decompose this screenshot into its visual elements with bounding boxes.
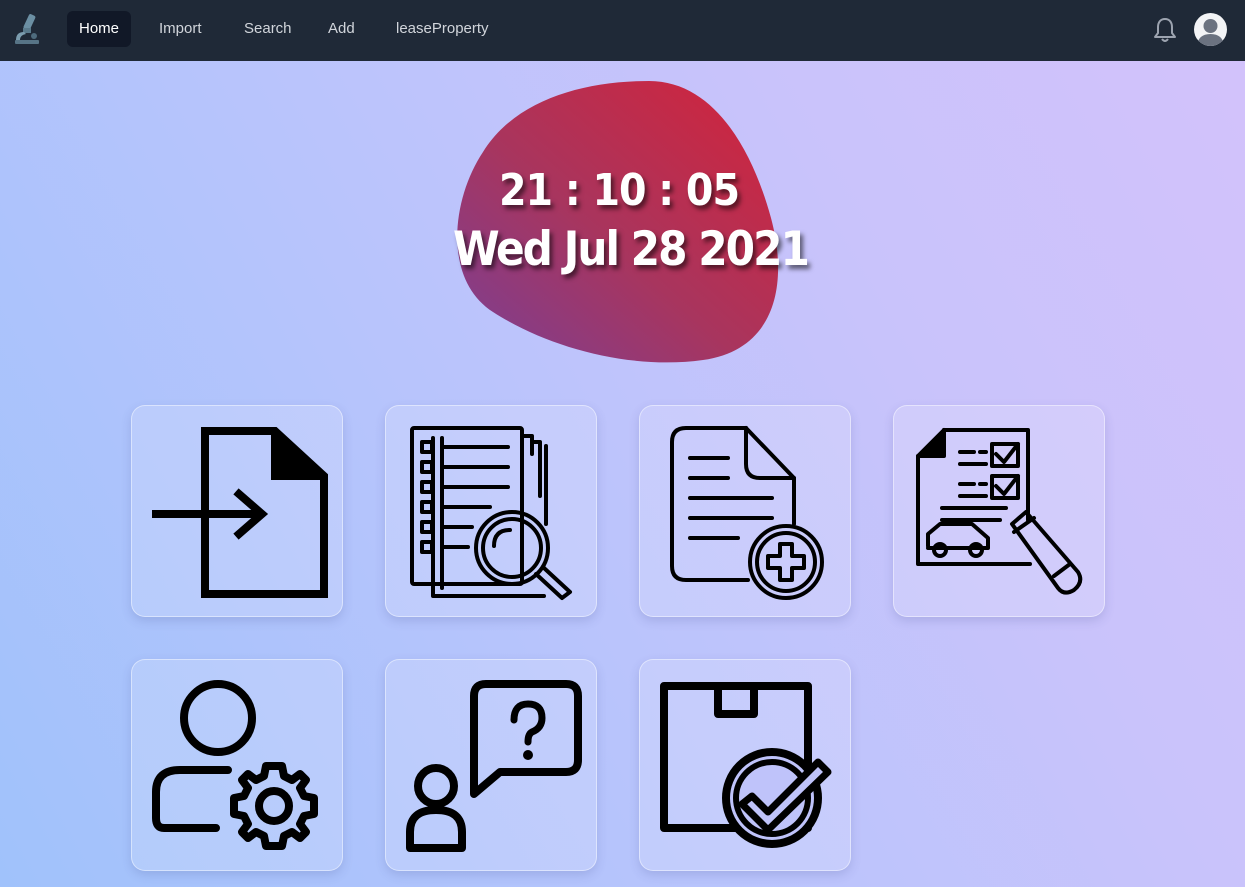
- lease-property-tile[interactable]: [893, 405, 1105, 617]
- help-tile[interactable]: [385, 659, 597, 871]
- nav-search[interactable]: Search: [232, 11, 304, 47]
- car-lease-contract-icon: [916, 428, 1083, 595]
- clock-time: 21 : 10 : 05: [498, 165, 740, 216]
- user-question-icon: [406, 680, 582, 852]
- clock-date: Wed Jul 28 2021: [453, 222, 810, 277]
- navbar: Home Import Search Add leaseProperty: [0, 0, 1245, 61]
- search-tile[interactable]: [385, 405, 597, 617]
- add-tile[interactable]: [639, 405, 851, 617]
- microscope-icon[interactable]: [12, 12, 42, 46]
- import-tile[interactable]: [131, 405, 343, 617]
- document-search-icon: [410, 426, 572, 600]
- nav-import[interactable]: Import: [147, 11, 214, 47]
- bell-icon[interactable]: [1152, 16, 1178, 44]
- package-check-icon: [660, 682, 832, 848]
- nav-home[interactable]: Home: [67, 11, 132, 47]
- nav-add[interactable]: Add: [316, 11, 367, 47]
- user-avatar-icon[interactable]: [1194, 13, 1227, 46]
- user-settings-icon: [152, 680, 318, 850]
- file-import-icon: [152, 427, 328, 598]
- add-document-icon: [670, 426, 824, 600]
- user-settings-tile[interactable]: [131, 659, 343, 871]
- nav-lease-property[interactable]: leaseProperty: [384, 11, 501, 47]
- package-check-tile[interactable]: [639, 659, 851, 871]
